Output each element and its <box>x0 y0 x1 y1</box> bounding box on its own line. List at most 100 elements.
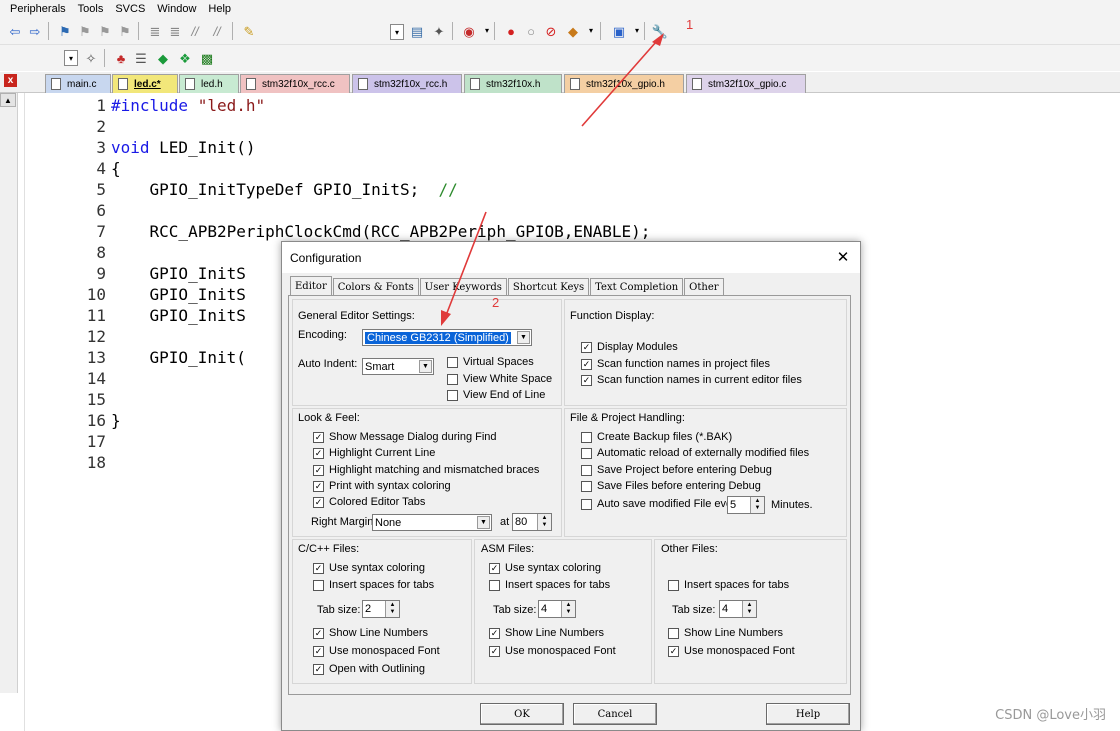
c-tab-size-spinner[interactable]: 2 ▲ ▼ <box>362 600 400 618</box>
dialog-titlebar[interactable]: Configuration <box>282 242 860 273</box>
checkbox-box[interactable]: ✓ <box>313 496 324 508</box>
tab-stm32f10x-h[interactable]: stm32f10x.h <box>464 74 562 93</box>
spinner-arrows-icon[interactable]: ▲ ▼ <box>561 601 575 617</box>
chevron-down-icon[interactable]: ▼ <box>517 331 530 344</box>
auto-save-spinner[interactable]: 5 ▲ ▼ <box>727 496 765 514</box>
spinner-arrows-icon[interactable]: ▲ ▼ <box>385 601 399 617</box>
checkbox-box[interactable]: ✓ <box>313 464 324 476</box>
tab-led-c[interactable]: led.c* <box>112 74 178 93</box>
forward-arrow-icon[interactable]: ⇨ <box>26 22 44 40</box>
auto-reload-checkbox[interactable]: Automatic reload of externally modified … <box>581 447 809 459</box>
c-monospaced-font-checkbox[interactable]: ✓ Use monospaced Font <box>313 645 440 657</box>
auto-indent-select[interactable]: Smart ▼ <box>362 358 434 375</box>
highlight-braces-checkbox[interactable]: ✓ Highlight matching and mismatched brace… <box>313 464 539 476</box>
tools-dropdown-icon[interactable]: ▾ <box>582 22 600 40</box>
tab-colors-fonts[interactable]: Colors & Fonts <box>332 278 419 296</box>
checkbox-box[interactable]: ✓ <box>313 447 324 459</box>
other-monospaced-font-checkbox[interactable]: ✓ Use monospaced Font <box>668 645 795 657</box>
tab-led-h[interactable]: led.h <box>179 74 239 93</box>
asm-show-line-numbers-checkbox[interactable]: ✓ Show Line Numbers <box>489 627 604 639</box>
checkbox-box[interactable] <box>447 356 458 368</box>
checkbox-box[interactable] <box>447 373 458 385</box>
checkbox-box[interactable]: ✓ <box>581 358 592 370</box>
tab-other[interactable]: Other <box>684 278 724 296</box>
checkbox-box[interactable]: ✓ <box>313 663 324 675</box>
indent-icon[interactable]: ≣ <box>146 22 164 40</box>
checkbox-box[interactable]: ✓ <box>489 645 500 657</box>
tab-stm32f10x-gpio-h[interactable]: stm32f10x_gpio.h <box>564 74 684 93</box>
spinner-arrows-icon[interactable]: ▲ ▼ <box>742 601 756 617</box>
right-margin-select[interactable]: None ▼ <box>372 514 492 531</box>
save-files-debug-checkbox[interactable]: Save Files before entering Debug <box>581 480 761 492</box>
scroll-up-icon[interactable]: ▲ <box>0 93 16 107</box>
magic-wand-icon[interactable]: ✦ <box>430 22 448 40</box>
checkbox-box[interactable] <box>581 498 592 510</box>
tab-stm32f10x-rcc-c[interactable]: stm32f10x_rcc.c <box>240 74 350 93</box>
tab-user-keywords[interactable]: User Keywords <box>419 278 507 296</box>
chevron-down-icon[interactable]: ▼ <box>419 360 432 373</box>
pack-installer-icon[interactable]: ◆ <box>154 49 172 67</box>
view-white-space-checkbox[interactable]: View White Space <box>447 373 552 385</box>
view-end-of-line-checkbox[interactable]: View End of Line <box>447 389 545 401</box>
cancel-button[interactable]: Cancel <box>573 703 657 725</box>
menu-tools[interactable]: Tools <box>78 3 104 15</box>
checkbox-box[interactable]: ✓ <box>313 480 324 492</box>
right-margin-spinner[interactable]: 80 ▲ ▼ <box>512 513 552 531</box>
tab-main-c[interactable]: main.c <box>45 74 111 93</box>
c-show-line-numbers-checkbox[interactable]: ✓ Show Line Numbers <box>313 627 428 639</box>
asm-monospaced-font-checkbox[interactable]: ✓ Use monospaced Font <box>489 645 616 657</box>
colored-editor-tabs-checkbox[interactable]: ✓ Colored Editor Tabs <box>313 496 425 508</box>
menu-svcs[interactable]: SVCS <box>115 3 145 15</box>
checkbox-box[interactable] <box>581 464 592 476</box>
tools-icon[interactable]: ◆ <box>564 22 582 40</box>
chevron-down-icon[interactable]: ▼ <box>477 516 490 529</box>
asm-insert-spaces-checkbox[interactable]: Insert spaces for tabs <box>489 579 610 591</box>
load-icon[interactable]: ▤ <box>408 22 426 40</box>
checkbox-box[interactable] <box>668 579 679 591</box>
select-packs-icon[interactable]: ❖ <box>176 49 194 67</box>
menu-window[interactable]: Window <box>157 3 196 15</box>
window-layout-icon[interactable]: ▣ <box>610 22 628 40</box>
menu-peripherals[interactable]: Peripherals <box>10 3 66 15</box>
options-icon[interactable]: ✧ <box>82 49 100 67</box>
virtual-spaces-checkbox[interactable]: Virtual Spaces <box>447 356 534 368</box>
c-open-outlining-checkbox[interactable]: ✓ Open with Outlining <box>313 663 425 675</box>
tab-editor[interactable]: Editor <box>290 276 332 296</box>
spinner-arrows-icon[interactable]: ▲ ▼ <box>537 514 551 530</box>
device-database-icon[interactable]: ▩ <box>198 49 216 67</box>
help-button[interactable]: Help <box>766 703 850 725</box>
menu-help[interactable]: Help <box>208 3 231 15</box>
asm-tab-size-spinner[interactable]: 4 ▲ ▼ <box>538 600 576 618</box>
checkbox-box[interactable]: ✓ <box>313 431 324 443</box>
bookmark-next-icon[interactable]: ⚑ <box>96 22 114 40</box>
create-backup-checkbox[interactable]: Create Backup files (*.BAK) <box>581 431 732 443</box>
manage-components-icon[interactable]: ♣ <box>112 49 130 67</box>
tab-shortcut-keys[interactable]: Shortcut Keys <box>507 278 590 296</box>
highlight-current-line-checkbox[interactable]: ✓ Highlight Current Line <box>313 447 435 459</box>
checkbox-box[interactable] <box>581 480 592 492</box>
unindent-icon[interactable]: ≣ <box>166 22 184 40</box>
target-dropdown[interactable]: ▾ <box>390 24 404 40</box>
ok-button[interactable]: OK <box>480 703 564 725</box>
checkbox-box[interactable] <box>668 627 679 639</box>
checkbox-box[interactable] <box>489 579 500 591</box>
breakpoint-kill-icon[interactable]: ⊘ <box>542 22 560 40</box>
debug-start-icon[interactable]: ◉ <box>460 22 478 40</box>
find-in-files-icon[interactable]: ✎ <box>240 22 258 40</box>
encoding-select[interactable]: Chinese GB2312 (Simplified) ▼ <box>362 329 532 346</box>
checkbox-box[interactable]: ✓ <box>489 627 500 639</box>
scan-editor-files-checkbox[interactable]: ✓ Scan function names in current editor f… <box>581 374 802 386</box>
tab-text-completion[interactable]: Text Completion <box>590 278 684 296</box>
breakpoint-disable-icon[interactable]: ○ <box>522 22 540 40</box>
close-file-icon[interactable]: x <box>4 74 17 87</box>
close-icon[interactable]: ✕ <box>834 248 852 266</box>
configuration-wrench-icon[interactable]: 🔧 <box>651 22 669 40</box>
print-syntax-coloring-checkbox[interactable]: ✓ Print with syntax coloring <box>313 480 451 492</box>
checkbox-box[interactable]: ✓ <box>313 562 324 574</box>
display-modules-checkbox[interactable]: ✓ Display Modules <box>581 341 678 353</box>
checkbox-box[interactable]: ✓ <box>668 645 679 657</box>
breakpoint-icon[interactable]: ● <box>502 22 520 40</box>
show-message-dialog-checkbox[interactable]: ✓ Show Message Dialog during Find <box>313 431 497 443</box>
save-project-debug-checkbox[interactable]: Save Project before entering Debug <box>581 464 772 476</box>
bookmark-prev-icon[interactable]: ⚑ <box>76 22 94 40</box>
